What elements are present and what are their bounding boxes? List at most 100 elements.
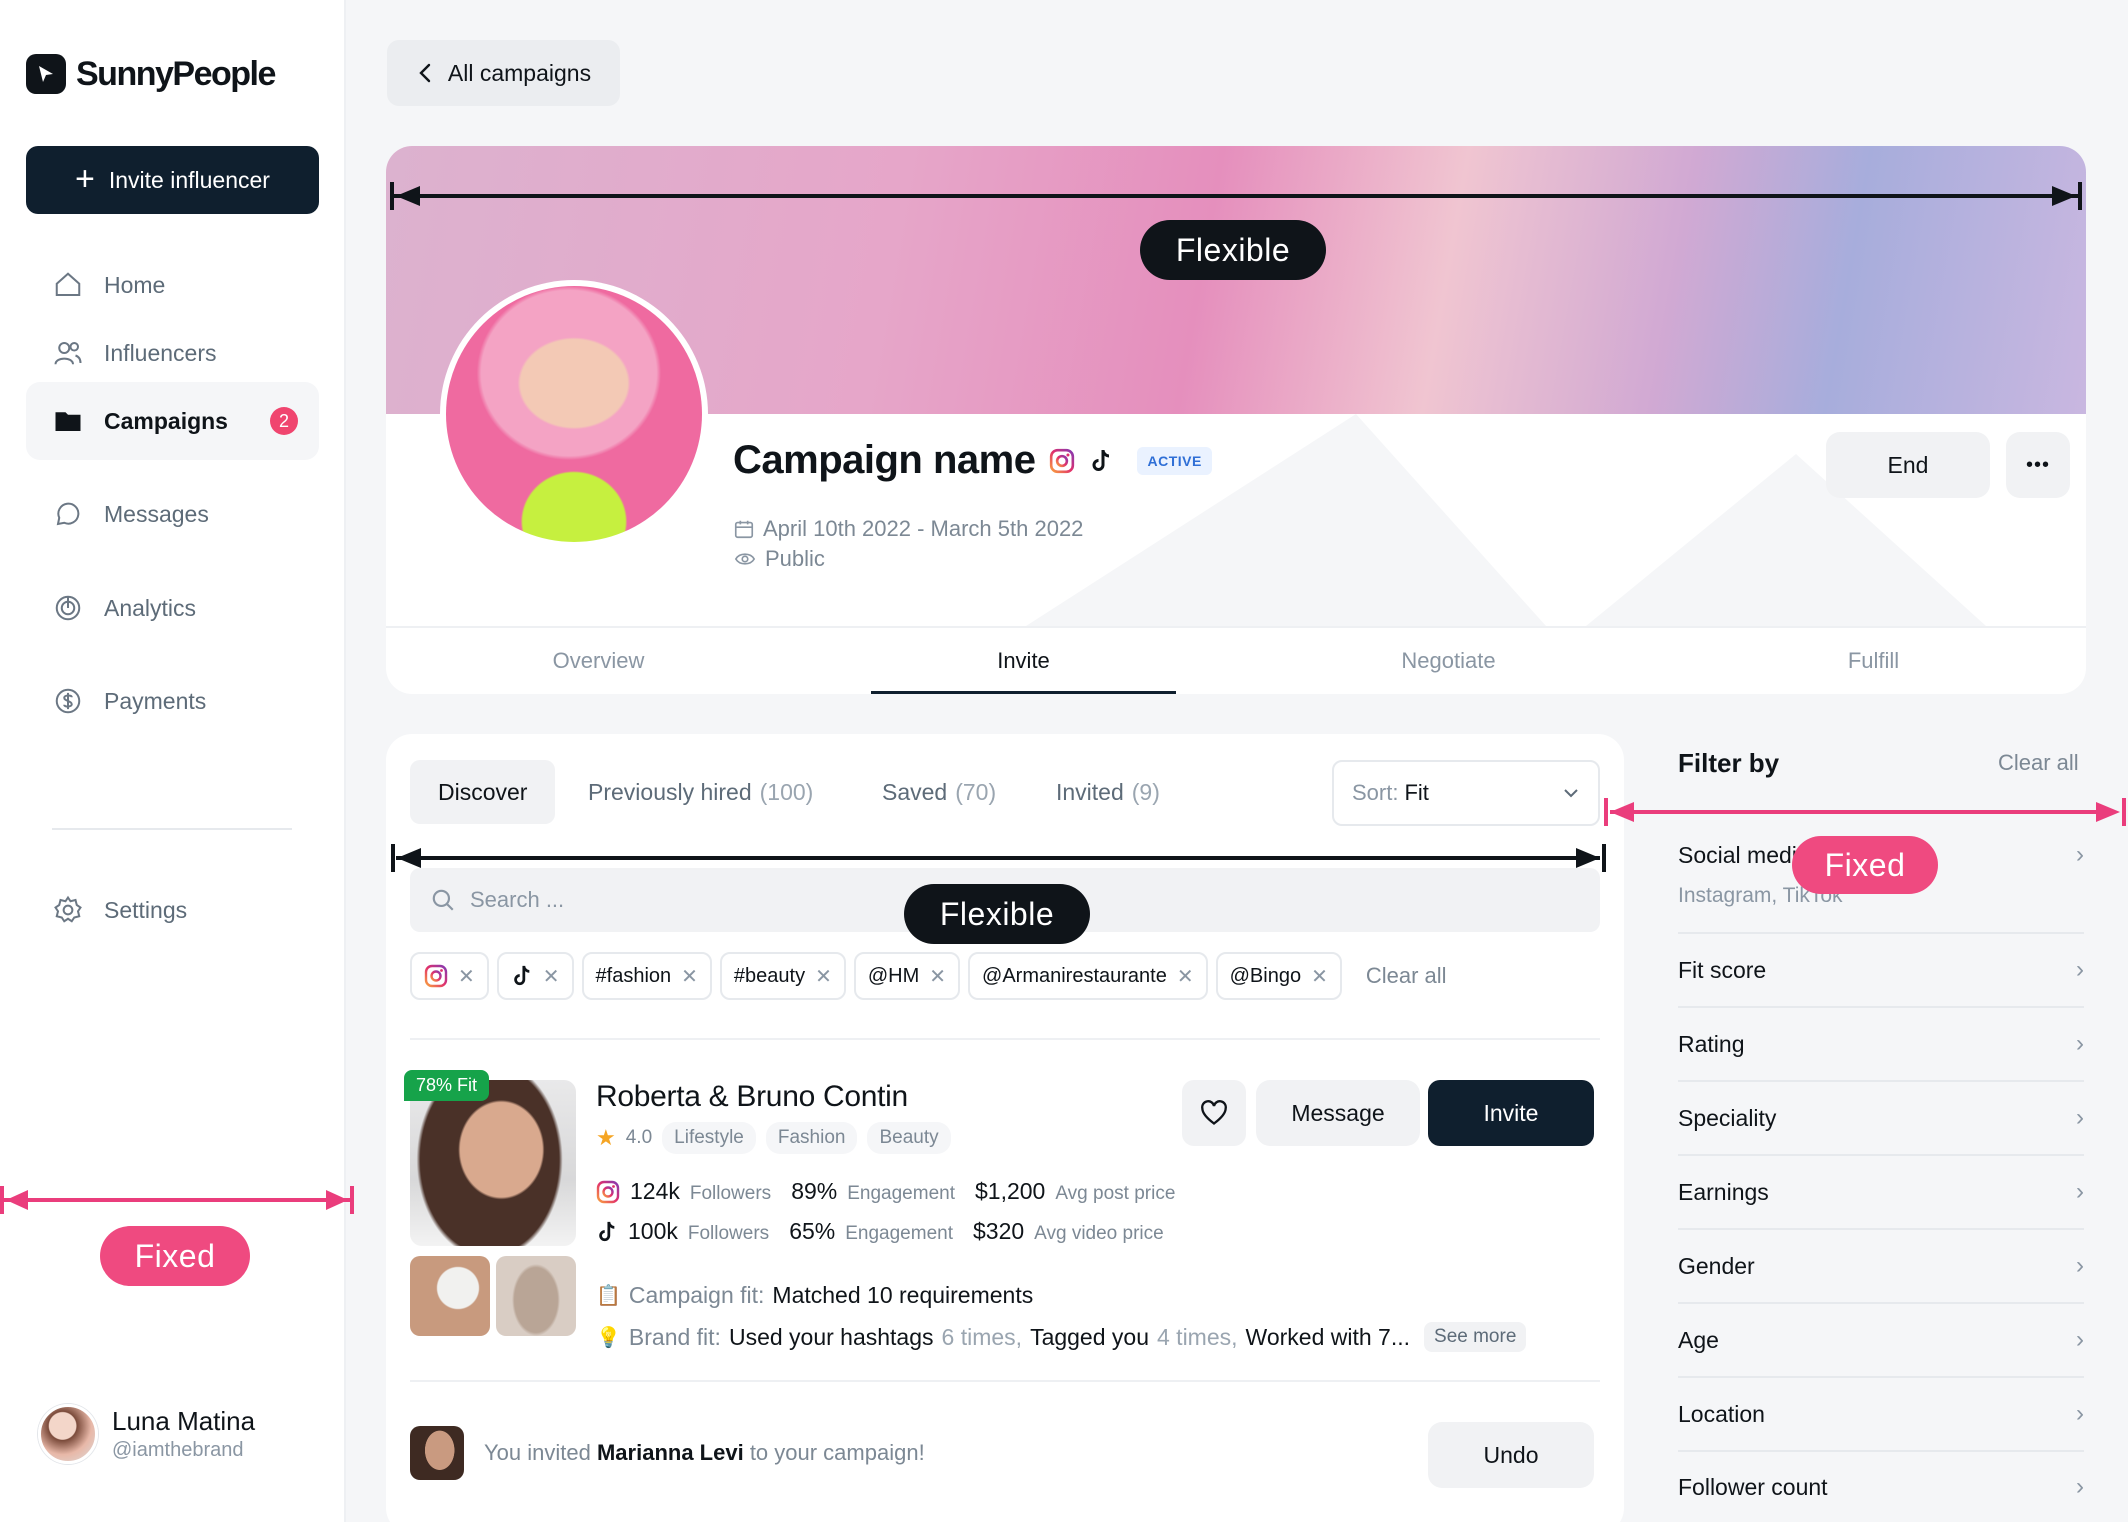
all-campaigns-back-button[interactable]: All campaigns	[387, 40, 620, 106]
arrow-left-icon	[390, 182, 420, 210]
tab-fulfill[interactable]: Fulfill	[1661, 628, 2086, 694]
brand-fit-tagged: Tagged you	[1030, 1323, 1149, 1350]
tab-negotiate[interactable]: Negotiate	[1236, 628, 1661, 694]
remove-chip-icon[interactable]: ✕	[1311, 964, 1328, 989]
chip-mention-armani[interactable]: @Armanirestaurante ✕	[968, 952, 1208, 1000]
instagram-icon	[596, 1180, 620, 1203]
filter-follower-count[interactable]: Follower count ›	[1678, 1452, 2084, 1522]
influencer-photo-main[interactable]	[410, 1080, 576, 1246]
chip-instagram[interactable]: ✕	[410, 952, 489, 1000]
home-icon	[52, 269, 84, 301]
filter-row-label: Age	[1678, 1326, 1719, 1353]
campaigns-count-badge: 2	[269, 407, 298, 435]
tt-engagement-label: Engagement	[845, 1223, 953, 1244]
chip-hashtag-beauty[interactable]: #beauty ✕	[719, 952, 846, 1000]
arrow-right-icon	[326, 1186, 354, 1214]
nav-item-messages[interactable]: Messages	[26, 475, 319, 553]
nav-item-influencers[interactable]: Influencers	[26, 314, 319, 392]
clear-all-chips-link[interactable]: Clear all	[1366, 963, 1447, 989]
notification-name: Marianna Levi	[596, 1440, 744, 1465]
discover-card: Discover Previously hired (100) Saved (7…	[386, 734, 1624, 1522]
influencer-photo-thumb[interactable]	[496, 1256, 576, 1336]
tab-invite[interactable]: Invite	[811, 628, 1236, 694]
arrow-right-icon	[2052, 182, 2082, 210]
nav-item-campaigns[interactable]: Campaigns 2	[26, 382, 319, 460]
tab-overview[interactable]: Overview	[386, 628, 811, 694]
chip-tiktok[interactable]: ✕	[496, 952, 574, 1000]
filter-clear-all-link[interactable]: Clear all	[1998, 750, 2079, 776]
tt-price-label: Avg video price	[1034, 1223, 1164, 1244]
chip-mention-bingo[interactable]: @Bingo ✕	[1215, 952, 1342, 1000]
nav-item-home[interactable]: Home	[26, 246, 319, 324]
chevron-right-icon: ›	[2076, 1400, 2084, 1427]
subtab-invited-label: Invited	[1056, 778, 1124, 805]
folder-icon	[52, 405, 84, 437]
ig-engagement: 89%	[791, 1178, 838, 1204]
brand-fit-hashtags-count: 6 times,	[941, 1323, 1023, 1350]
brand-fit-worked: Worked with 7...	[1245, 1323, 1411, 1350]
see-more-button[interactable]: See more	[1424, 1322, 1527, 1352]
influencer-photo-thumb[interactable]	[410, 1256, 490, 1336]
divider	[410, 1038, 1600, 1040]
save-favorite-button[interactable]	[1182, 1080, 1246, 1146]
filter-age[interactable]: Age ›	[1678, 1304, 2084, 1378]
chip-label: #beauty	[733, 964, 806, 987]
remove-chip-icon[interactable]: ✕	[458, 964, 475, 989]
filter-social-label: Social media	[1678, 841, 1810, 868]
fit-score-badge: 78% Fit	[404, 1070, 490, 1101]
tag-beauty: Beauty	[867, 1122, 951, 1154]
undo-button[interactable]: Undo	[1428, 1422, 1594, 1488]
influencer-tags: ★ 4.0 Lifestyle Fashion Beauty	[596, 1122, 951, 1154]
remove-chip-icon[interactable]: ✕	[815, 964, 832, 989]
filter-gender[interactable]: Gender ›	[1678, 1230, 2084, 1304]
arrow-left-icon	[1604, 798, 1634, 826]
filter-fit-score[interactable]: Fit score ›	[1678, 934, 2084, 1008]
subtab-saved[interactable]: Saved (70)	[882, 760, 996, 824]
tt-engagement: 65%	[789, 1218, 836, 1244]
subtab-previously-hired[interactable]: Previously hired (100)	[588, 760, 813, 824]
campaign-name: Campaign name	[733, 438, 1036, 482]
subtab-saved-label: Saved	[882, 778, 948, 805]
tiktok-stats: 100k Followers 65% Engagement $320 Avg v…	[596, 1218, 1174, 1245]
brand-fit-row: 💡 Brand fit: Used your hashtags 6 times,…	[596, 1322, 1527, 1352]
chevron-left-icon	[419, 63, 431, 83]
invite-influencer-button[interactable]: + Invite influencer	[26, 146, 319, 214]
nav-item-settings[interactable]: Settings	[26, 871, 319, 949]
nav-item-payments[interactable]: Payments	[26, 662, 319, 740]
nav-label-messages: Messages	[104, 500, 209, 527]
subtab-invited[interactable]: Invited (9)	[1056, 760, 1160, 824]
influencer-name[interactable]: Roberta & Bruno Contin	[596, 1080, 908, 1114]
filter-speciality[interactable]: Speciality ›	[1678, 1082, 2084, 1156]
campaign-fit-label: Campaign fit:	[628, 1282, 765, 1308]
remove-chip-icon[interactable]: ✕	[929, 964, 946, 989]
chip-hashtag-fashion[interactable]: #fashion ✕	[581, 952, 712, 1000]
filter-location[interactable]: Location ›	[1678, 1378, 2084, 1452]
remove-chip-icon[interactable]: ✕	[681, 964, 698, 989]
nav-item-analytics[interactable]: Analytics	[26, 569, 319, 647]
chevron-right-icon: ›	[2076, 1178, 2084, 1205]
fixed-width-arrow-sidebar	[4, 1198, 350, 1202]
sort-dropdown[interactable]: Sort: Fit	[1332, 760, 1600, 826]
remove-chip-icon[interactable]: ✕	[1177, 964, 1194, 989]
user-profile[interactable]: Luna Matina @iamthebrand	[38, 1404, 255, 1464]
arrow-right-icon	[1576, 844, 1606, 872]
message-button[interactable]: Message	[1256, 1080, 1420, 1146]
end-campaign-button[interactable]: End	[1826, 432, 1990, 498]
chip-mention-hm[interactable]: @HM ✕	[853, 952, 961, 1000]
brand-logo[interactable]: SunnyPeople	[26, 54, 276, 94]
filter-row-label: Gender	[1678, 1252, 1755, 1279]
remove-chip-icon[interactable]: ✕	[543, 964, 560, 989]
nav-label-analytics: Analytics	[104, 594, 197, 621]
campaign-title-row: Campaign name ACTIVE	[733, 438, 1212, 483]
more-options-button[interactable]: •••	[2006, 432, 2070, 498]
flexible-width-arrow-top	[394, 194, 2078, 198]
filter-earnings[interactable]: Earnings ›	[1678, 1156, 2084, 1230]
brand-mark-icon	[26, 54, 66, 94]
tiktok-icon	[1092, 449, 1110, 471]
filter-row-label: Fit score	[1678, 956, 1767, 983]
subtab-discover[interactable]: Discover	[410, 760, 556, 824]
invite-button[interactable]: Invite	[1428, 1080, 1594, 1146]
filter-rating[interactable]: Rating ›	[1678, 1008, 2084, 1082]
campaign-tabs: Overview Invite Negotiate Fulfill	[386, 626, 2086, 694]
arrow-left-icon	[0, 1186, 28, 1214]
